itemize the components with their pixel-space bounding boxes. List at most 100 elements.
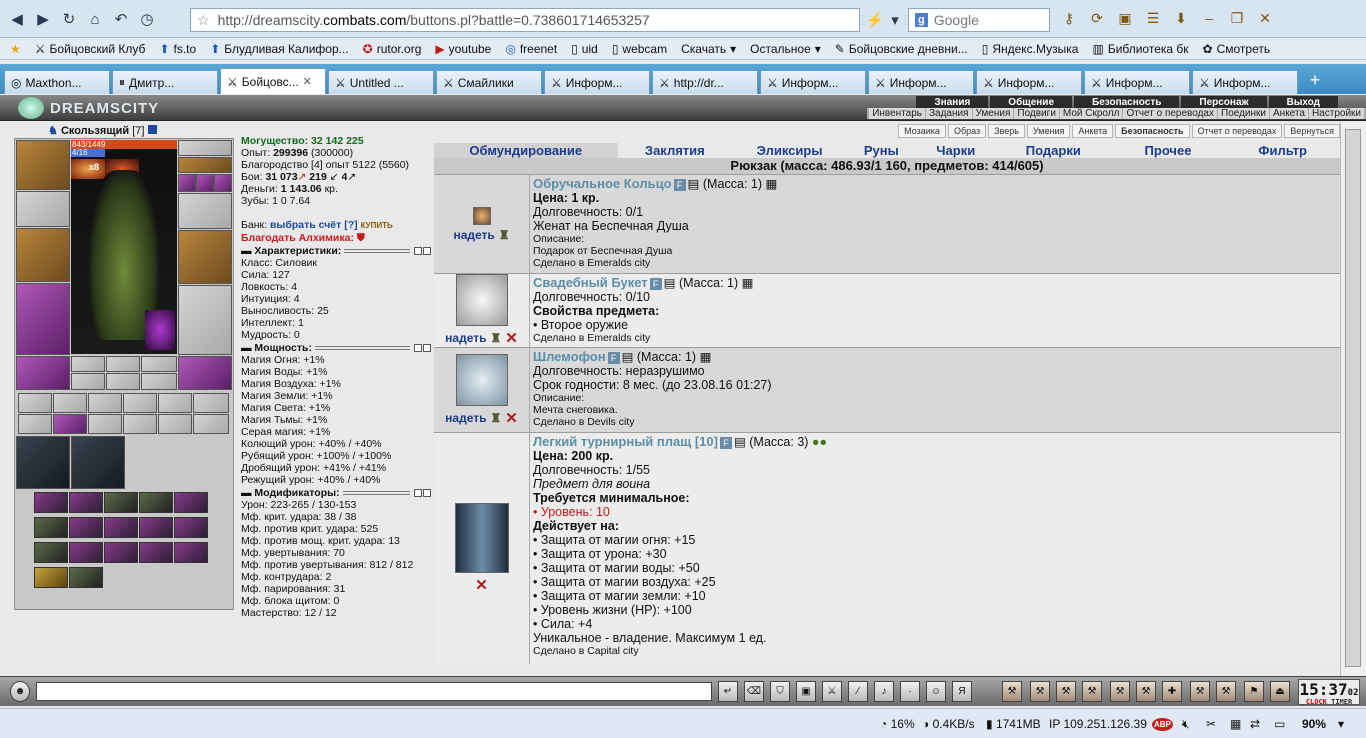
bookmark-item[interactable]: ◎ freenet (505, 42, 557, 56)
action-slot[interactable] (139, 492, 173, 513)
subtab-mosaic[interactable]: Мозаика (898, 124, 946, 138)
item-name[interactable]: Свадебный Букет (533, 275, 648, 290)
note-icon[interactable]: ▤ (734, 435, 746, 449)
clear-icon[interactable]: ⌫ (744, 681, 764, 702)
tool-icon[interactable]: ⚒ (1002, 681, 1022, 702)
pocket-slot[interactable] (18, 414, 52, 434)
action-slot[interactable] (139, 542, 173, 563)
action-slot[interactable] (104, 492, 138, 513)
bookmark-item[interactable]: ▥ Библиотека бк (1092, 42, 1188, 56)
bookmark-folder[interactable]: Скачать ▾ (681, 42, 736, 56)
tab-active[interactable]: ⚔ Бойцовс... ✕ (220, 68, 326, 94)
item-name[interactable]: Легкий турнирный плащ [10] (533, 434, 718, 449)
info-icon[interactable] (147, 125, 157, 134)
sound-icon[interactable]: ♪ (874, 681, 894, 702)
chat-menu-icon[interactable]: ☻ (10, 681, 30, 702)
tab-other[interactable]: Прочее (1111, 143, 1226, 158)
grid-icon[interactable]: ▦ (1230, 717, 1241, 731)
new-tab-button[interactable]: + (1300, 70, 1330, 91)
bookmark-item[interactable]: ⬆ Блудливая Калифор... (210, 42, 348, 56)
tab[interactable]: ⚔ http://dr... (652, 70, 758, 94)
collapse-icon[interactable]: ▬ (241, 342, 252, 354)
boots-slot[interactable] (178, 356, 232, 390)
screenshot-icon[interactable]: ▣ (1114, 6, 1136, 30)
filter-icon[interactable]: ⛉ (770, 681, 790, 702)
history-icon[interactable]: ◷ (134, 5, 160, 33)
section-power[interactable]: ▬ Мощность: (241, 342, 431, 354)
pocket-slot[interactable] (88, 393, 122, 413)
tab[interactable]: ⏸ Дмитр... (112, 70, 218, 94)
item-name[interactable]: Шлемофон (533, 349, 606, 364)
note-icon[interactable]: ▤ (688, 177, 700, 191)
bookmark-item[interactable]: ▯ webcam (612, 42, 667, 56)
belt-slot[interactable] (16, 356, 70, 390)
tool-icon[interactable]: ⚒ (1216, 681, 1236, 702)
delete-icon[interactable]: ✕ (505, 409, 518, 427)
f-badge-icon[interactable]: F (719, 436, 732, 449)
delete-icon[interactable]: ✕ (475, 576, 488, 594)
bookmark-item[interactable]: ▶ youtube (435, 42, 491, 56)
inventory-scrollbar[interactable] (1340, 121, 1366, 676)
window-icon[interactable]: ▭ (1274, 717, 1285, 731)
bank-help-link[interactable]: [?] (344, 219, 357, 231)
tab-gifts[interactable]: Подарки (996, 143, 1111, 158)
pants-slot[interactable] (178, 285, 232, 355)
mount-slot[interactable] (71, 436, 125, 489)
tool-icon[interactable]: ⚒ (1030, 681, 1050, 702)
submenu-transfers[interactable]: Отчет о переводах (1123, 108, 1217, 119)
pocket-slot[interactable] (123, 414, 157, 434)
sync-icon[interactable]: ⟳ (1086, 6, 1108, 30)
collapse-icon[interactable]: ▬ (241, 487, 252, 499)
zoom-dropdown-icon[interactable]: ▾ (1338, 717, 1344, 731)
action-slot[interactable] (34, 542, 68, 563)
back-icon[interactable]: ◀ (4, 5, 30, 33)
action-slot[interactable] (69, 542, 103, 563)
pocket-slot[interactable] (193, 393, 229, 413)
item-name[interactable]: Обручальное Кольцо (533, 176, 672, 191)
chat-input[interactable] (36, 682, 712, 701)
tab[interactable]: ⚔ Информ... (868, 70, 974, 94)
action-slot[interactable] (69, 567, 103, 588)
bag-icon[interactable]: ♜ (490, 411, 501, 425)
bag-icon[interactable]: ♜ (499, 228, 510, 242)
section-modifiers[interactable]: ▬ Модификаторы: (241, 487, 431, 499)
bouquet-icon[interactable] (455, 274, 508, 326)
buy-button[interactable]: КУПИТЬ (361, 221, 393, 230)
dropdown-icon[interactable]: ▾ (882, 6, 908, 34)
bookmark-item[interactable]: ▯ uid (571, 42, 598, 56)
submenu-feats[interactable]: Подвиги (1014, 108, 1059, 119)
subtab-pet[interactable]: Зверь (988, 124, 1025, 138)
pet-icon[interactable] (145, 310, 175, 350)
action-slot[interactable] (34, 567, 68, 588)
tab[interactable]: ⚔ Информ... (760, 70, 866, 94)
search-input[interactable]: g Google (908, 8, 1050, 32)
bookmark-item[interactable]: ▯ Яндекс.Музыка (982, 42, 1079, 56)
collapse-icon[interactable]: ▬ (241, 245, 252, 257)
tools-icon[interactable]: ✂ (1206, 717, 1216, 731)
character-name[interactable]: ♞ Скользящий [7] (48, 124, 157, 137)
bookmark-item[interactable]: ⬆ fs.to (159, 42, 196, 56)
note-icon[interactable]: ▤ (622, 350, 634, 364)
wear-link[interactable]: надеть (445, 331, 486, 345)
action-slot[interactable] (104, 542, 138, 563)
action-slot[interactable] (104, 517, 138, 538)
helmet-icon[interactable] (455, 353, 508, 406)
mount-slot[interactable] (16, 436, 70, 489)
bookmark-item[interactable]: ✪ rutor.org (363, 42, 422, 56)
bookmark-item[interactable]: ✎ Бойцовские дневни... (835, 42, 968, 56)
rune-slot[interactable] (71, 356, 105, 372)
note-icon[interactable]: ▤ (664, 276, 676, 290)
tab[interactable]: ⚔ Информ... (1192, 70, 1298, 94)
menu-icon[interactable]: ☰ (1142, 6, 1164, 30)
earring-slot[interactable] (178, 140, 232, 156)
bookmark-item[interactable]: ✿ Смотреть (1203, 42, 1271, 56)
delete-icon[interactable]: ✕ (505, 329, 518, 347)
character-portrait[interactable]: 843/1449 4/16 x8 (71, 140, 177, 354)
key-icon[interactable]: ⚷ (1058, 6, 1080, 30)
zoom-level[interactable]: 90% (1302, 717, 1326, 731)
pocket-slot[interactable] (18, 393, 52, 413)
tab[interactable]: ◎ Maxthon... (4, 70, 110, 94)
tab-elixirs[interactable]: Эликсиры (732, 143, 847, 158)
pocket-slot[interactable] (193, 414, 229, 434)
bookmark-star-icon[interactable]: ☆ (197, 12, 210, 29)
